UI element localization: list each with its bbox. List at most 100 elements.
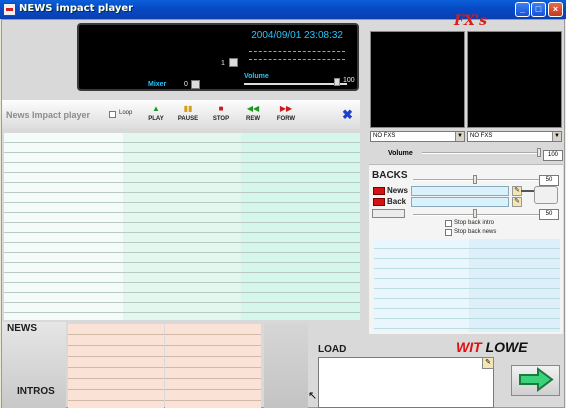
fx-select-right[interactable]: NO FXS ▼ <box>467 131 562 142</box>
list-row[interactable] <box>374 239 469 249</box>
list-row[interactable] <box>68 390 164 401</box>
rewind-button[interactable]: ◀◀ REW <box>238 104 268 126</box>
list-row[interactable] <box>469 319 560 329</box>
list-row[interactable] <box>4 203 123 213</box>
load-list[interactable] <box>318 357 494 408</box>
channel-stepper[interactable] <box>229 58 238 67</box>
list-row[interactable] <box>165 346 261 357</box>
backs-aux-box[interactable] <box>372 209 405 218</box>
list-row[interactable] <box>123 203 241 213</box>
list-row[interactable] <box>241 173 360 183</box>
go-button[interactable] <box>511 365 560 396</box>
forward-button[interactable]: ▶▶ FORW <box>271 104 301 126</box>
list-row[interactable] <box>68 324 164 335</box>
list-row[interactable] <box>241 183 360 193</box>
list-row[interactable] <box>123 293 241 303</box>
list-row[interactable] <box>123 133 241 143</box>
chevron-down-icon[interactable]: ▼ <box>455 132 464 141</box>
list-row[interactable] <box>68 335 164 346</box>
list-row[interactable] <box>4 243 123 253</box>
minimize-button[interactable]: _ <box>515 2 530 17</box>
close-x-icon[interactable]: ✖ <box>342 107 353 123</box>
list-row[interactable] <box>374 289 469 299</box>
list-row[interactable] <box>4 143 123 153</box>
list-row[interactable] <box>374 269 469 279</box>
list-row[interactable] <box>123 153 241 163</box>
list-row[interactable] <box>165 368 261 379</box>
list-row[interactable] <box>165 390 261 401</box>
list-row[interactable] <box>165 357 261 368</box>
list-row[interactable] <box>68 379 164 390</box>
list-row[interactable] <box>241 273 360 283</box>
list-row[interactable] <box>374 249 469 259</box>
load-browse-button[interactable]: ✎ <box>482 357 494 369</box>
list-row[interactable] <box>469 269 560 279</box>
news-file-field[interactable] <box>411 186 509 196</box>
crossfade-knob[interactable] <box>534 186 558 204</box>
list-row[interactable] <box>123 253 241 263</box>
list-row[interactable] <box>241 293 360 303</box>
list-row[interactable] <box>469 279 560 289</box>
list-row[interactable] <box>374 299 469 309</box>
list-row[interactable] <box>4 293 123 303</box>
list-row[interactable] <box>241 253 360 263</box>
list-row[interactable] <box>4 283 123 293</box>
list-row[interactable] <box>4 153 123 163</box>
list-row[interactable] <box>123 143 241 153</box>
list-row[interactable] <box>123 193 241 203</box>
list-row[interactable] <box>241 263 360 273</box>
list-row[interactable] <box>123 283 241 293</box>
list-row[interactable] <box>469 249 560 259</box>
list-row[interactable] <box>123 303 241 313</box>
list-row[interactable] <box>4 263 123 273</box>
pause-button[interactable]: ▮▮ PAUSE <box>173 104 203 126</box>
list-row[interactable] <box>123 213 241 223</box>
list-row[interactable] <box>241 133 360 143</box>
list-row[interactable] <box>123 173 241 183</box>
list-row[interactable] <box>241 213 360 223</box>
list-row[interactable] <box>165 379 261 390</box>
back-file-field[interactable] <box>411 197 509 207</box>
list-row[interactable] <box>4 133 123 143</box>
list-row[interactable] <box>123 273 241 283</box>
play-button[interactable]: ▲ PLAY <box>141 104 171 126</box>
list-row[interactable] <box>4 213 123 223</box>
list-row[interactable] <box>241 283 360 293</box>
list-row[interactable] <box>4 193 123 203</box>
stop-back-intro-checkbox[interactable] <box>445 220 452 227</box>
list-row[interactable] <box>469 259 560 269</box>
list-row[interactable] <box>374 319 469 329</box>
list-row[interactable] <box>241 303 360 313</box>
list-row[interactable] <box>4 163 123 173</box>
list-row[interactable] <box>4 253 123 263</box>
list-row[interactable] <box>469 289 560 299</box>
list-row[interactable] <box>4 223 123 233</box>
list-row[interactable] <box>123 263 241 273</box>
list-row[interactable] <box>241 143 360 153</box>
list-row[interactable] <box>241 243 360 253</box>
fx-select-left[interactable]: NO FXS ▼ <box>370 131 465 142</box>
list-row[interactable] <box>241 193 360 203</box>
list-row[interactable] <box>4 173 123 183</box>
fx-volume-thumb[interactable] <box>537 148 541 157</box>
list-row[interactable] <box>68 357 164 368</box>
chevron-down-icon[interactable]: ▼ <box>552 132 561 141</box>
list-row[interactable] <box>4 303 123 313</box>
list-row[interactable] <box>123 233 241 243</box>
list-row[interactable] <box>374 259 469 269</box>
list-row[interactable] <box>68 368 164 379</box>
list-row[interactable] <box>4 273 123 283</box>
list-row[interactable] <box>469 299 560 309</box>
back-browse-button[interactable]: ✎ <box>512 197 522 207</box>
backs-top-thumb[interactable] <box>473 175 477 184</box>
list-row[interactable] <box>4 233 123 243</box>
close-button[interactable]: × <box>548 2 563 17</box>
list-row[interactable] <box>374 279 469 289</box>
list-row[interactable] <box>241 223 360 233</box>
volume-slider-thumb[interactable] <box>334 78 340 86</box>
backs-bottom-thumb[interactable] <box>473 209 477 218</box>
list-row[interactable] <box>165 324 261 335</box>
loop-checkbox[interactable] <box>109 111 116 118</box>
list-row[interactable] <box>165 335 261 346</box>
list-row[interactable] <box>469 309 560 319</box>
